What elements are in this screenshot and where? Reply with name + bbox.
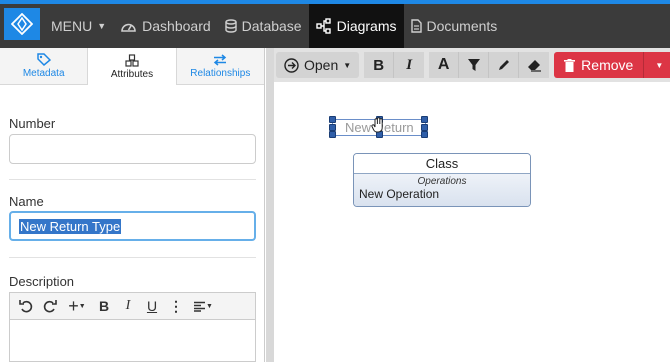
diamond-logo-icon: [11, 13, 33, 35]
divider: [9, 179, 256, 180]
bold-icon: B: [373, 56, 385, 74]
bold-icon: B: [98, 298, 110, 314]
divider: [9, 257, 256, 258]
exchange-icon: [214, 53, 227, 66]
cubes-icon: [125, 53, 139, 67]
menu-label: MENU: [51, 18, 93, 34]
nav-diagrams[interactable]: Diagrams: [308, 4, 404, 48]
app-logo[interactable]: [4, 8, 40, 40]
underline-button[interactable]: U: [141, 296, 163, 316]
diagram-canvas[interactable]: New Return Class Operations New Operatio…: [274, 82, 670, 362]
more-vertical-icon: ⋮: [169, 297, 183, 314]
resize-handle[interactable]: [421, 124, 428, 131]
return-type-shape[interactable]: New Return: [329, 116, 428, 138]
filter-icon: [467, 59, 480, 71]
properties-panel: Metadata Attributes Relationships Number…: [0, 48, 265, 362]
name-field[interactable]: New Return Type: [9, 211, 256, 241]
circle-arrow-right-icon: [284, 57, 299, 73]
description-label: Description: [9, 274, 75, 289]
description-editor[interactable]: [9, 319, 256, 362]
caret-down-icon: ▼: [78, 302, 86, 310]
open-label: Open: [304, 57, 339, 73]
tab-relationships[interactable]: Relationships: [177, 48, 264, 84]
tag-icon: [36, 53, 51, 66]
eraser-icon: [527, 60, 541, 72]
open-button[interactable]: Open ▼: [276, 52, 360, 78]
line-color-button[interactable]: [489, 52, 520, 78]
fill-button[interactable]: [459, 52, 490, 78]
nav-dashboard[interactable]: Dashboard: [113, 4, 218, 48]
operation-item[interactable]: New Operation: [359, 187, 525, 201]
nav-database[interactable]: Database: [218, 4, 309, 48]
open-group: Open ▼: [276, 52, 360, 78]
resize-handle[interactable]: [421, 116, 428, 123]
italic-button[interactable]: I: [394, 52, 425, 78]
format-group: A: [429, 52, 550, 78]
class-shape[interactable]: Class Operations New Operation: [353, 153, 531, 207]
align-button[interactable]: ▼: [189, 296, 217, 316]
undo-icon: [19, 300, 33, 313]
resize-handle[interactable]: [329, 124, 336, 131]
diagram-icon: [315, 18, 331, 34]
diagram-panel: Open ▼ B I A Remove ▼ New Return Class O…: [266, 48, 670, 362]
nav-diagrams-label: Diagrams: [336, 18, 397, 34]
description-editor-toolbar: + ▼ B I U ⋮ ▼: [9, 292, 256, 319]
text-style-group: B I: [364, 52, 425, 78]
caret-down-icon: ▼: [343, 60, 352, 70]
redo-button[interactable]: [39, 296, 61, 316]
top-navbar: MENU ▼ Dashboard Database Diagrams Docum…: [0, 0, 670, 48]
nav-dashboard-label: Dashboard: [142, 18, 211, 34]
hand-cursor-icon: [371, 117, 383, 133]
caret-down-icon: ▼: [97, 21, 107, 31]
erase-button[interactable]: [519, 52, 550, 78]
caret-down-icon: ▼: [655, 60, 664, 70]
name-field-value: New Return Type: [19, 218, 122, 234]
properties-tabs: Metadata Attributes Relationships: [0, 48, 264, 85]
plus-icon: +: [68, 295, 79, 316]
remove-group: Remove ▼: [554, 52, 670, 78]
trash-icon: [564, 58, 576, 72]
redo-icon: [43, 300, 57, 313]
underline-icon: U: [146, 298, 158, 314]
diagram-toolbar: Open ▼ B I A Remove ▼: [274, 48, 670, 82]
database-icon: [224, 19, 237, 33]
tab-relationships-label: Relationships: [190, 67, 251, 79]
italic-icon: I: [125, 298, 131, 313]
more-button[interactable]: ⋮: [165, 296, 187, 316]
document-icon: [410, 19, 422, 33]
resize-handle[interactable]: [329, 131, 336, 138]
italic-icon: I: [406, 56, 413, 73]
insert-button[interactable]: + ▼: [63, 296, 91, 316]
number-label: Number: [9, 116, 56, 131]
name-label: Name: [9, 194, 44, 209]
tab-attributes-label: Attributes: [110, 68, 154, 80]
remove-button[interactable]: Remove: [554, 52, 645, 78]
remove-options-button[interactable]: ▼: [644, 52, 670, 78]
nav-documents-label: Documents: [426, 18, 498, 34]
menu-button[interactable]: MENU ▼: [44, 4, 113, 48]
font-button[interactable]: A: [429, 52, 460, 78]
undo-button[interactable]: [15, 296, 37, 316]
operations-label: Operations: [417, 176, 467, 187]
class-title: Class: [354, 154, 530, 174]
caret-down-icon: ▼: [206, 302, 213, 310]
resize-handle[interactable]: [329, 116, 336, 123]
tab-attributes[interactable]: Attributes: [87, 48, 177, 85]
bold-button[interactable]: B: [364, 52, 395, 78]
align-left-icon: [194, 301, 206, 312]
tab-metadata[interactable]: Metadata: [0, 48, 87, 84]
bold-button[interactable]: B: [93, 296, 115, 316]
italic-button[interactable]: I: [117, 296, 139, 316]
nav-database-label: Database: [241, 18, 302, 34]
resize-handle[interactable]: [421, 131, 428, 138]
remove-label: Remove: [581, 57, 634, 73]
pencil-icon: [498, 60, 509, 70]
nav-documents[interactable]: Documents: [404, 4, 505, 48]
number-field[interactable]: [9, 134, 256, 164]
gauge-icon: [121, 23, 136, 32]
class-operations: Operations New Operation: [354, 174, 530, 206]
tab-metadata-label: Metadata: [22, 68, 65, 79]
font-icon: A: [437, 56, 450, 73]
